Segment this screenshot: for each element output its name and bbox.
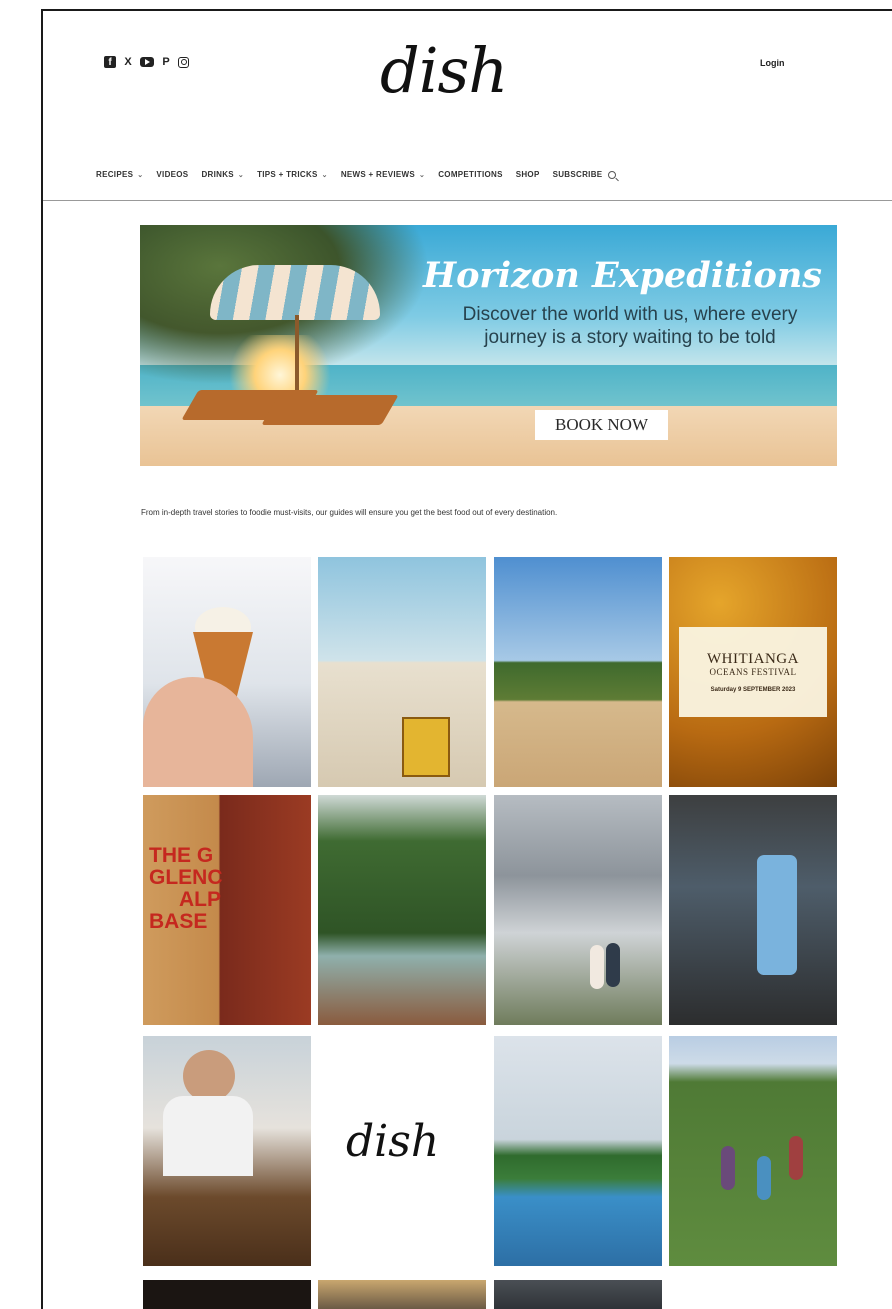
article-tile-chef[interactable] [143, 1036, 311, 1266]
book-now-button[interactable]: BOOK NOW [535, 410, 668, 440]
banner-umbrella [210, 265, 380, 320]
nav-label: NEWS + REVIEWS [340, 170, 416, 179]
glen-sign-line: ALP [179, 888, 221, 911]
festival-card: WHITIANGA OCEANS FESTIVAL Saturday 9 SEP… [679, 627, 827, 717]
article-tile-oceans-festival[interactable]: WHITIANGA OCEANS FESTIVAL Saturday 9 SEP… [669, 557, 837, 787]
nav-item-recipes[interactable]: RECIPES ⌄ [96, 170, 143, 179]
festival-title: WHITIANGA [707, 650, 799, 667]
nav-label: DRINKS [201, 170, 234, 179]
social-links: f X P [104, 56, 189, 68]
nav-item-videos[interactable]: VIDEOS [156, 170, 188, 179]
intro-text: From in-depth travel stories to foodie m… [141, 508, 558, 517]
person [757, 1156, 771, 1200]
chef-jacket [163, 1096, 253, 1176]
tile-logo: dish [346, 1116, 440, 1167]
article-tile-glencoe[interactable]: THE G GLENC ALP BASE [143, 795, 311, 1025]
person [606, 943, 620, 987]
banner-tagline: Discover the world with us, where every … [462, 304, 798, 348]
glen-sign-line: THE G [149, 844, 214, 867]
article-tile-partial[interactable] [143, 1280, 311, 1309]
window-left-border [41, 9, 43, 1309]
ad-banner[interactable]: Horizon Expeditions Discover the world w… [140, 225, 837, 466]
chevron-down-icon: ⌄ [137, 171, 144, 179]
article-tile-street[interactable] [494, 795, 662, 1025]
header-divider [43, 200, 892, 201]
nav-item-news-reviews[interactable]: NEWS + REVIEWS ⌄ [341, 170, 425, 179]
person [590, 945, 604, 989]
article-tile-pohutukawa[interactable] [318, 795, 486, 1025]
glen-sign-line: GLENC [149, 866, 223, 889]
article-tile-dish-logo[interactable]: dish [318, 1036, 486, 1266]
person [789, 1136, 803, 1180]
article-tile-partial[interactable] [494, 1280, 662, 1309]
article-tile-hikers[interactable] [669, 1036, 837, 1266]
nav-item-drinks[interactable]: DRINKS ⌄ [201, 170, 244, 179]
main-nav: RECIPES ⌄ VIDEOS DRINKS ⌄ TIPS + TRICKS ⌄ N… [96, 170, 617, 179]
nav-item-tips-tricks[interactable]: TIPS + TRICKS ⌄ [257, 170, 328, 179]
nav-label: SUBSCRIBE [552, 170, 603, 179]
pinterest-icon[interactable]: P [160, 56, 172, 68]
person [721, 1146, 735, 1190]
site-logo[interactable]: dish [380, 40, 508, 102]
article-tile-pool[interactable] [494, 1036, 662, 1266]
nav-item-competitions[interactable]: COMPETITIONS [438, 170, 503, 179]
nav-label: COMPETITIONS [438, 170, 503, 179]
search-icon[interactable] [608, 170, 617, 179]
festival-subtitle: OCEANS FESTIVAL [709, 666, 797, 677]
glen-sign-line: BASE [149, 910, 208, 933]
article-tile-beach[interactable] [494, 557, 662, 787]
x-icon[interactable]: X [122, 56, 134, 68]
facebook-icon[interactable]: f [104, 56, 116, 68]
article-tile-palm-building[interactable] [318, 557, 486, 787]
chevron-down-icon: ⌄ [237, 171, 245, 179]
youtube-icon[interactable] [140, 57, 154, 67]
glen-sign: THE G GLENC ALP BASE [149, 845, 223, 933]
chef-head [183, 1050, 235, 1102]
nav-item-subscribe[interactable]: SUBSCRIBE [553, 170, 603, 179]
nav-label: TIPS + TRICKS [257, 170, 318, 179]
nav-item-shop[interactable]: SHOP [516, 170, 540, 179]
instagram-icon[interactable] [178, 56, 189, 68]
shop-sign [402, 717, 450, 777]
article-tile-kitchen[interactable] [669, 795, 837, 1025]
article-tile-partial[interactable] [318, 1280, 486, 1309]
article-tile-ice-cream[interactable] [143, 557, 311, 787]
banner-brand: Horizon Expeditions [423, 255, 823, 296]
nav-label: VIDEOS [156, 170, 189, 179]
login-link[interactable]: Login [760, 58, 785, 68]
nav-label: RECIPES [96, 170, 134, 179]
nav-label: SHOP [515, 170, 540, 179]
banner-lounge-chair [261, 395, 399, 425]
chevron-down-icon: ⌄ [419, 171, 426, 179]
festival-date: Saturday 9 SEPTEMBER 2023 [710, 686, 796, 693]
person [757, 855, 797, 975]
chevron-down-icon: ⌄ [321, 171, 328, 179]
